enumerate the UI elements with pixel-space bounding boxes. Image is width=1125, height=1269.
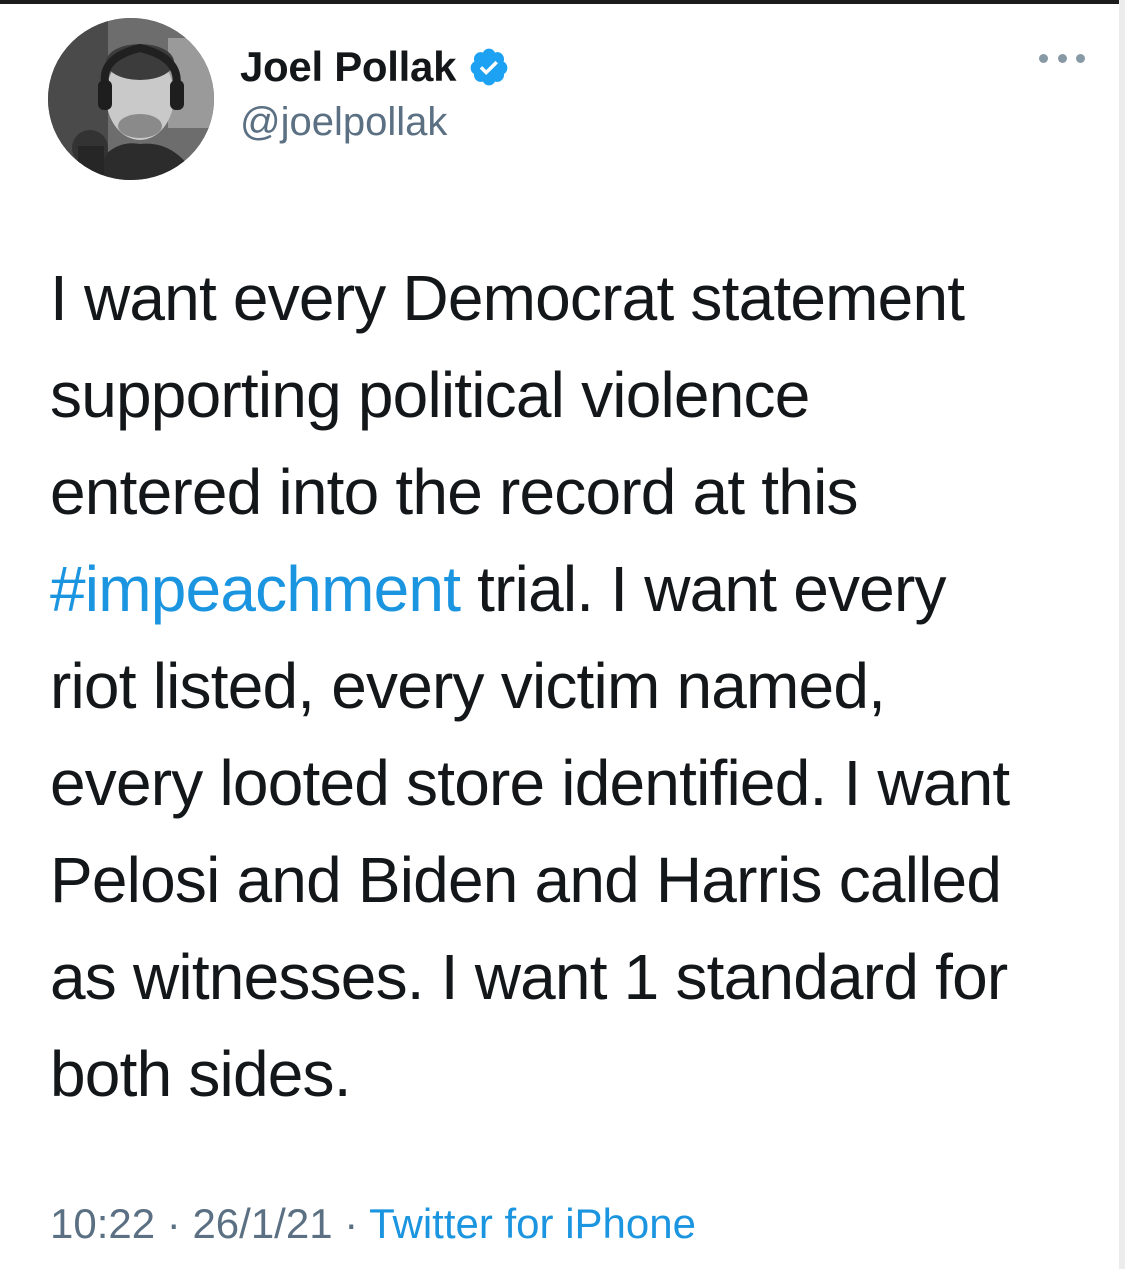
user-handle[interactable]: @joelpollak xyxy=(240,100,447,145)
display-name[interactable]: Joel Pollak xyxy=(240,43,456,91)
avatar[interactable] xyxy=(48,18,214,180)
tweet-line: supporting political violence xyxy=(50,359,810,431)
dot xyxy=(1076,53,1085,63)
tweet-meta: 10:22 · 26/1/21 · Twitter for iPhone xyxy=(50,1200,696,1248)
meta-separator: · xyxy=(155,1200,193,1247)
top-divider xyxy=(0,0,1125,4)
tweet-line: Pelosi and Biden and Harris called xyxy=(50,844,1002,916)
hashtag-link[interactable]: #impeachment xyxy=(50,553,461,625)
tweet-text: I want every Democrat statement supporti… xyxy=(50,250,1090,1123)
tweet-line: I want every Democrat statement xyxy=(50,262,965,334)
meta-separator: · xyxy=(332,1200,370,1247)
dot xyxy=(1057,53,1067,63)
tweet-line: entered into the record at this xyxy=(50,456,859,528)
more-options-icon[interactable] xyxy=(1039,48,1085,68)
tweet-line-text: trial. I want every xyxy=(460,553,946,625)
tweet-line: as witnesses. I want 1 standard for xyxy=(50,941,1008,1013)
tweet-time[interactable]: 10:22 xyxy=(50,1200,155,1247)
tweet-line: riot listed, every victim named, xyxy=(50,650,886,722)
tweet-line: #impeachment trial. I want every xyxy=(50,541,1090,638)
tweet-card: Joel Pollak @joelpollak I want every Dem… xyxy=(0,0,1125,1269)
verified-badge-icon xyxy=(468,46,510,88)
dot xyxy=(1039,53,1048,63)
tweet-line: every looted store identified. I want xyxy=(50,747,1010,819)
avatar-photo xyxy=(48,18,214,180)
tweet-date[interactable]: 26/1/21 xyxy=(192,1200,332,1247)
tweet-line: both sides. xyxy=(50,1038,352,1110)
display-name-row[interactable]: Joel Pollak xyxy=(240,42,510,92)
right-edge xyxy=(1119,0,1125,1269)
tweet-source-link[interactable]: Twitter for iPhone xyxy=(369,1200,696,1247)
